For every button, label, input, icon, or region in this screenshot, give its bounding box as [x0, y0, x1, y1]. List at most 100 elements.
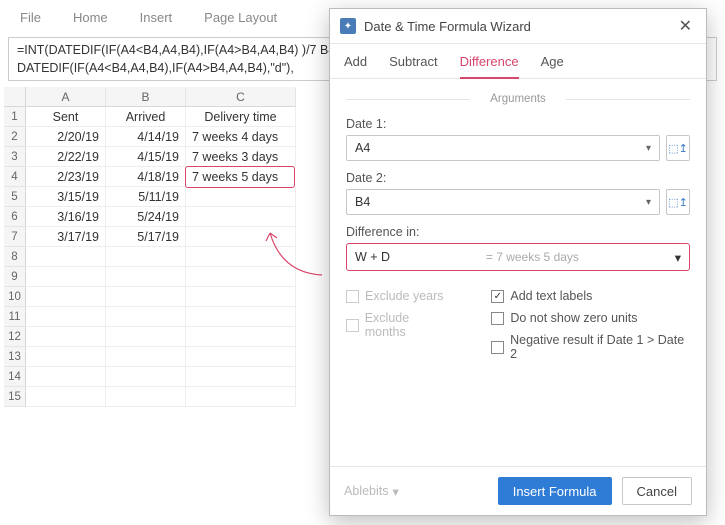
cell[interactable]	[186, 187, 296, 207]
cell[interactable]	[26, 307, 106, 327]
cell[interactable]: 2/20/19	[26, 127, 106, 147]
cell[interactable]	[26, 367, 106, 387]
cancel-button[interactable]: Cancel	[622, 477, 692, 505]
row-header[interactable]: 4	[4, 167, 26, 187]
row-header[interactable]: 7	[4, 227, 26, 247]
cell[interactable]	[106, 267, 186, 287]
cell[interactable]	[26, 247, 106, 267]
cell[interactable]: Delivery time	[186, 107, 296, 127]
table-row: 3/15/195/11/19	[26, 187, 296, 207]
date1-input[interactable]: A4 ▾	[346, 135, 660, 161]
cell[interactable]	[106, 347, 186, 367]
col-header-c[interactable]: C	[186, 87, 296, 107]
cell[interactable]: 5/24/19	[106, 207, 186, 227]
cell[interactable]: 7 weeks 5 days	[185, 166, 295, 188]
table-row: 3/17/195/17/19	[26, 227, 296, 247]
cell[interactable]: 5/17/19	[106, 227, 186, 247]
cell[interactable]	[186, 347, 296, 367]
cell[interactable]	[186, 247, 296, 267]
check-add-text-labels[interactable]: ✓Add text labels	[491, 289, 690, 303]
cell[interactable]: 3/15/19	[26, 187, 106, 207]
chevron-down-icon: ▾	[675, 250, 681, 265]
cell[interactable]	[186, 267, 296, 287]
cell[interactable]	[186, 207, 296, 227]
table-row: 3/16/195/24/19	[26, 207, 296, 227]
row-header[interactable]: 15	[4, 387, 26, 407]
check-no-zero-units[interactable]: Do not show zero units	[491, 311, 690, 325]
date2-value: B4	[355, 195, 370, 209]
date1-label: Date 1:	[346, 117, 690, 131]
ribbon-tab-file[interactable]: File	[20, 10, 41, 25]
ribbon-tab-home[interactable]: Home	[73, 10, 108, 25]
row-header[interactable]: 13	[4, 347, 26, 367]
cell[interactable]	[26, 287, 106, 307]
cell[interactable]	[186, 327, 296, 347]
row-header[interactable]: 8	[4, 247, 26, 267]
cell[interactable]: Sent	[26, 107, 106, 127]
row-header[interactable]: 6	[4, 207, 26, 227]
ribbon-tab-page-layout[interactable]: Page Layout	[204, 10, 277, 25]
cell[interactable]: 7 weeks 3 days	[186, 147, 296, 167]
row-header[interactable]: 5	[4, 187, 26, 207]
chevron-down-icon: ▾	[646, 143, 651, 154]
cell[interactable]: Arrived	[106, 107, 186, 127]
col-header-a[interactable]: A	[26, 87, 106, 107]
cell[interactable]	[106, 387, 186, 407]
table-row	[26, 367, 296, 387]
row-header[interactable]: 14	[4, 367, 26, 387]
tab-subtract[interactable]: Subtract	[389, 54, 437, 78]
cell[interactable]: 3/17/19	[26, 227, 106, 247]
col-header-b[interactable]: B	[106, 87, 186, 107]
cell[interactable]	[106, 247, 186, 267]
row-header[interactable]: 3	[4, 147, 26, 167]
cell[interactable]	[186, 287, 296, 307]
tab-difference[interactable]: Difference	[460, 54, 519, 79]
cell[interactable]: 4/15/19	[106, 147, 186, 167]
brand-label[interactable]: Ablebits ▾	[344, 484, 399, 499]
row-header[interactable]: 1	[4, 107, 26, 127]
cell[interactable]: 5/11/19	[106, 187, 186, 207]
cell[interactable]	[186, 307, 296, 327]
row-header[interactable]: 9	[4, 267, 26, 287]
insert-formula-button[interactable]: Insert Formula	[498, 477, 612, 505]
cell[interactable]: 4/18/19	[106, 167, 186, 187]
date2-range-picker[interactable]: ⬚↥	[666, 189, 690, 215]
row-header[interactable]: 2	[4, 127, 26, 147]
table-row: SentArrivedDelivery time	[26, 107, 296, 127]
row-header[interactable]: 10	[4, 287, 26, 307]
table-row	[26, 387, 296, 407]
arguments-label: Arguments	[346, 93, 690, 105]
check-negative-result[interactable]: Negative result if Date 1 > Date 2	[491, 333, 690, 361]
cell[interactable]	[26, 387, 106, 407]
cell[interactable]	[26, 327, 106, 347]
cell[interactable]: 3/16/19	[26, 207, 106, 227]
cell[interactable]	[106, 327, 186, 347]
cell[interactable]	[26, 347, 106, 367]
date1-range-picker[interactable]: ⬚↥	[666, 135, 690, 161]
wizard-dialog: ✦ Date & Time Formula Wizard ✕ Add Subtr…	[329, 8, 707, 516]
wizard-icon: ✦	[340, 18, 356, 34]
date2-input[interactable]: B4 ▾	[346, 189, 660, 215]
row-header[interactable]: 12	[4, 327, 26, 347]
cell[interactable]: 2/22/19	[26, 147, 106, 167]
close-icon[interactable]: ✕	[675, 16, 696, 36]
tab-add[interactable]: Add	[344, 54, 367, 78]
cell[interactable]: 2/23/19	[26, 167, 106, 187]
cell[interactable]: 4/14/19	[106, 127, 186, 147]
difference-select[interactable]: W + D = 7 weeks 5 days ▾	[346, 243, 690, 271]
row-header[interactable]: 11	[4, 307, 26, 327]
cell[interactable]	[26, 267, 106, 287]
cell[interactable]	[186, 387, 296, 407]
cell[interactable]	[106, 367, 186, 387]
cell[interactable]	[186, 367, 296, 387]
table-row	[26, 247, 296, 267]
select-all-corner[interactable]	[4, 87, 26, 107]
difference-preview: = 7 weeks 5 days	[486, 250, 579, 264]
cell[interactable]	[106, 307, 186, 327]
cell[interactable]	[186, 227, 296, 247]
ribbon-tab-insert[interactable]: Insert	[140, 10, 173, 25]
tab-age[interactable]: Age	[541, 54, 564, 78]
cell[interactable]	[106, 287, 186, 307]
cell[interactable]: 7 weeks 4 days	[186, 127, 296, 147]
table-row	[26, 307, 296, 327]
